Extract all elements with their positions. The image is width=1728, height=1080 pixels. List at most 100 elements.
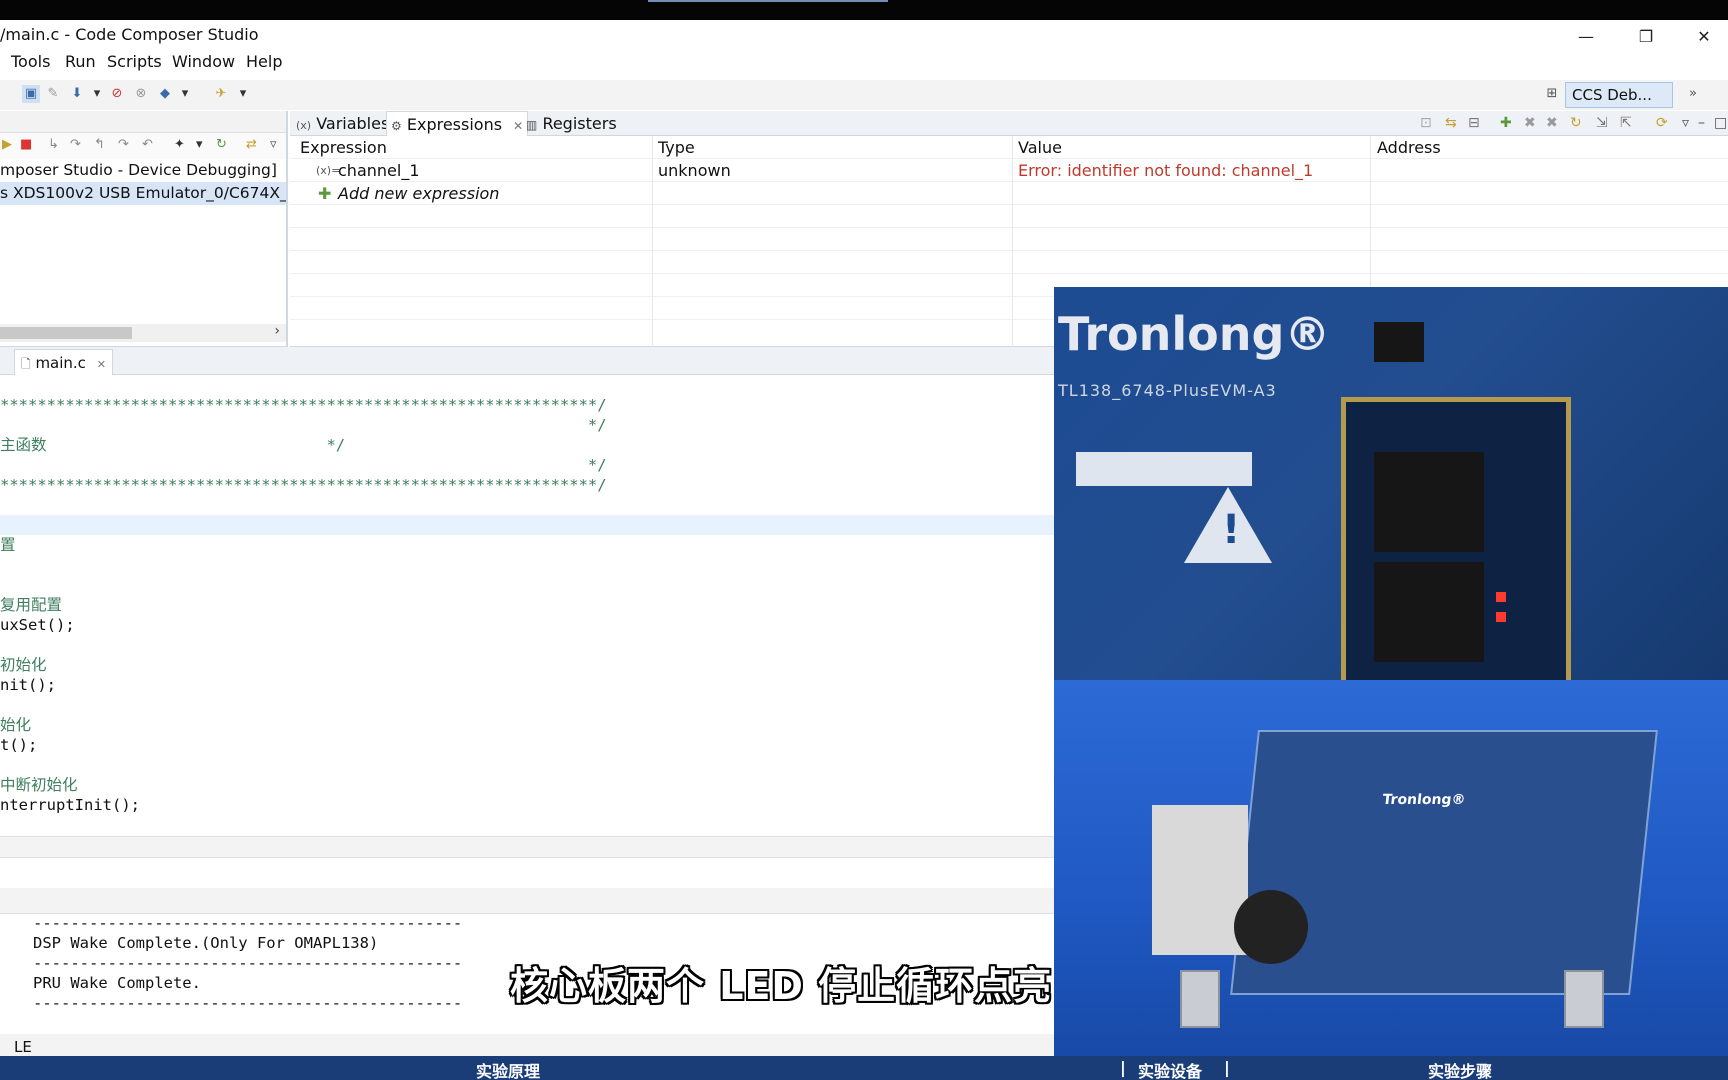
code-line: 初始化: [0, 656, 47, 674]
tab-main-c-label: main.c: [35, 354, 86, 372]
table-row[interactable]: (x)= channel_1 unknown Error: identifier…: [290, 159, 1728, 182]
more-perspectives-icon[interactable]: »: [1684, 85, 1702, 103]
minimize-view-icon[interactable]: –: [1698, 115, 1705, 131]
open-perspective-icon[interactable]: ⊞: [1543, 85, 1561, 103]
connect-icon[interactable]: ✎: [44, 85, 62, 103]
debug-view-header: [0, 111, 286, 133]
led-indicator: [1496, 592, 1506, 602]
add-expression-icon[interactable]: ✚: [1500, 115, 1512, 131]
view-menu-icon-2[interactable]: ▿: [1682, 115, 1689, 131]
scrollbar-thumb[interactable]: [0, 327, 132, 339]
col-address[interactable]: Address: [1377, 136, 1441, 159]
dropdown-icon-2[interactable]: ▾: [176, 85, 194, 103]
dropdown-icon-3[interactable]: ▾: [234, 85, 252, 103]
col-value[interactable]: Value: [1018, 136, 1062, 159]
dropdown-icon-4[interactable]: ▾: [196, 137, 203, 152]
dropdown-icon[interactable]: ▾: [88, 85, 106, 103]
step-into-icon[interactable]: ↳: [48, 137, 59, 152]
tools-icon[interactable]: ✈: [212, 85, 230, 103]
show-type-icon[interactable]: ⊡: [1420, 115, 1432, 131]
debug-view-icon[interactable]: ▣: [22, 85, 40, 103]
expression-cell[interactable]: channel_1: [338, 159, 420, 182]
restart-icon[interactable]: ↻: [216, 137, 227, 152]
tab-variables[interactable]: (x) Variables: [292, 111, 393, 136]
nav-equipment[interactable]: 实验设备: [1138, 1058, 1202, 1080]
export-icon[interactable]: ⇱: [1620, 115, 1632, 131]
col-type[interactable]: Type: [658, 136, 695, 159]
breakpoint-icon[interactable]: ⊘: [108, 85, 126, 103]
maximize-view-icon[interactable]: □: [1714, 115, 1727, 131]
expressions-icon: ⚙: [391, 119, 402, 133]
menu-help[interactable]: Help: [246, 52, 282, 71]
reset-icon[interactable]: ✦: [174, 137, 185, 152]
code-line: uxSet();: [0, 616, 75, 634]
col-expression[interactable]: Expression: [300, 136, 387, 159]
core-module: [1341, 397, 1571, 687]
load-program-icon[interactable]: ⬇: [68, 85, 86, 103]
menu-bar: Tools Run Scripts Window Help: [0, 52, 1728, 80]
registers-icon: ▥: [526, 118, 538, 132]
clear-breakpoint-icon[interactable]: ⊗: [132, 85, 150, 103]
code-area[interactable]: ****************************************…: [0, 395, 1054, 815]
console-header: [0, 888, 1054, 914]
tab-expressions[interactable]: ⚙ Expressions ✕: [386, 111, 529, 136]
menu-tools[interactable]: Tools: [11, 52, 50, 71]
editor-scroll-strip[interactable]: [0, 836, 1054, 858]
processor-chip: [1374, 452, 1484, 552]
code-line: 复用配置: [0, 596, 63, 614]
continuous-refresh-icon[interactable]: ⟳: [1656, 115, 1668, 131]
resume-icon[interactable]: ▶: [2, 137, 12, 152]
led-indicator: [1496, 612, 1506, 622]
tab-main-c[interactable]: 🗋 main.c ✕: [14, 349, 113, 375]
scroll-right-icon[interactable]: ›: [274, 323, 280, 339]
title-bar: /main.c - Code Composer Studio — ❐ ✕: [0, 20, 1728, 52]
nav-principle[interactable]: 实验原理: [476, 1058, 540, 1080]
code-line: ****************************************…: [0, 476, 607, 494]
case-latch: [1180, 970, 1220, 1028]
close-button[interactable]: ✕: [1681, 22, 1727, 50]
nav-separator: |: [1120, 1058, 1126, 1077]
top-strip-highlight: [648, 0, 888, 2]
board-brand: Tronlong®: [1058, 307, 1331, 361]
sync-icon[interactable]: ⇄: [246, 137, 257, 152]
video-subtitle: 核心板两个 LED 停止循环点亮: [510, 964, 1053, 1008]
step-over-icon[interactable]: ↷: [70, 137, 81, 152]
menu-window[interactable]: Window: [172, 52, 235, 71]
code-line: nterruptInit();: [0, 796, 140, 814]
terminate-icon[interactable]: ■: [20, 137, 32, 152]
code-line: t();: [0, 736, 38, 754]
remove-all-icon[interactable]: ✖: [1546, 115, 1558, 131]
collapse-all-icon[interactable]: ⊟: [1468, 115, 1480, 131]
perspective-label: CCS Deb...: [1572, 86, 1652, 104]
menu-run[interactable]: Run: [65, 52, 96, 71]
debug-row-session[interactable]: mposer Studio - Device Debugging]: [0, 159, 286, 182]
close-editor-icon[interactable]: ✕: [97, 358, 106, 371]
assembly-step-over-icon[interactable]: ↶: [142, 137, 153, 152]
run-config-icon[interactable]: ◆: [156, 85, 174, 103]
experiment-box: Tronlong®: [1054, 680, 1728, 1060]
tab-registers[interactable]: ▥ Registers: [522, 111, 621, 136]
minimize-button[interactable]: —: [1563, 22, 1609, 50]
add-expression-row[interactable]: ✚ Add new expression: [290, 182, 1728, 205]
code-editor: 🗋 main.c ✕ *****************************…: [0, 347, 1054, 837]
add-expression-label[interactable]: Add new expression: [338, 182, 499, 205]
board-label-area: [1076, 452, 1252, 486]
remove-expression-icon[interactable]: ✖: [1524, 115, 1536, 131]
menu-scripts[interactable]: Scripts: [107, 52, 162, 71]
debug-row-target[interactable]: s XDS100v2 USB Emulator_0/C674X_0 (: [0, 182, 286, 205]
view-menu-icon[interactable]: ▿: [270, 137, 277, 152]
refresh-icon[interactable]: ↻: [1570, 115, 1582, 131]
debug-horizontal-scrollbar[interactable]: ›: [0, 323, 286, 342]
perspective-ccs-debug[interactable]: CCS Deb...: [1565, 82, 1673, 108]
c-file-icon: 🗋: [21, 357, 31, 371]
restore-button[interactable]: ❐: [1623, 22, 1669, 50]
import-icon[interactable]: ⇲: [1596, 115, 1608, 131]
nav-steps[interactable]: 实验步骤: [1428, 1058, 1492, 1080]
type-cell: unknown: [658, 161, 731, 180]
assembly-step-icon[interactable]: ↷: [118, 137, 129, 152]
step-return-icon[interactable]: ↰: [94, 137, 105, 152]
code-line: 中断初始化: [0, 776, 78, 794]
collapse-icon[interactable]: ⇆: [1445, 115, 1457, 131]
table-header: Expression Type Value Address: [290, 136, 1728, 159]
